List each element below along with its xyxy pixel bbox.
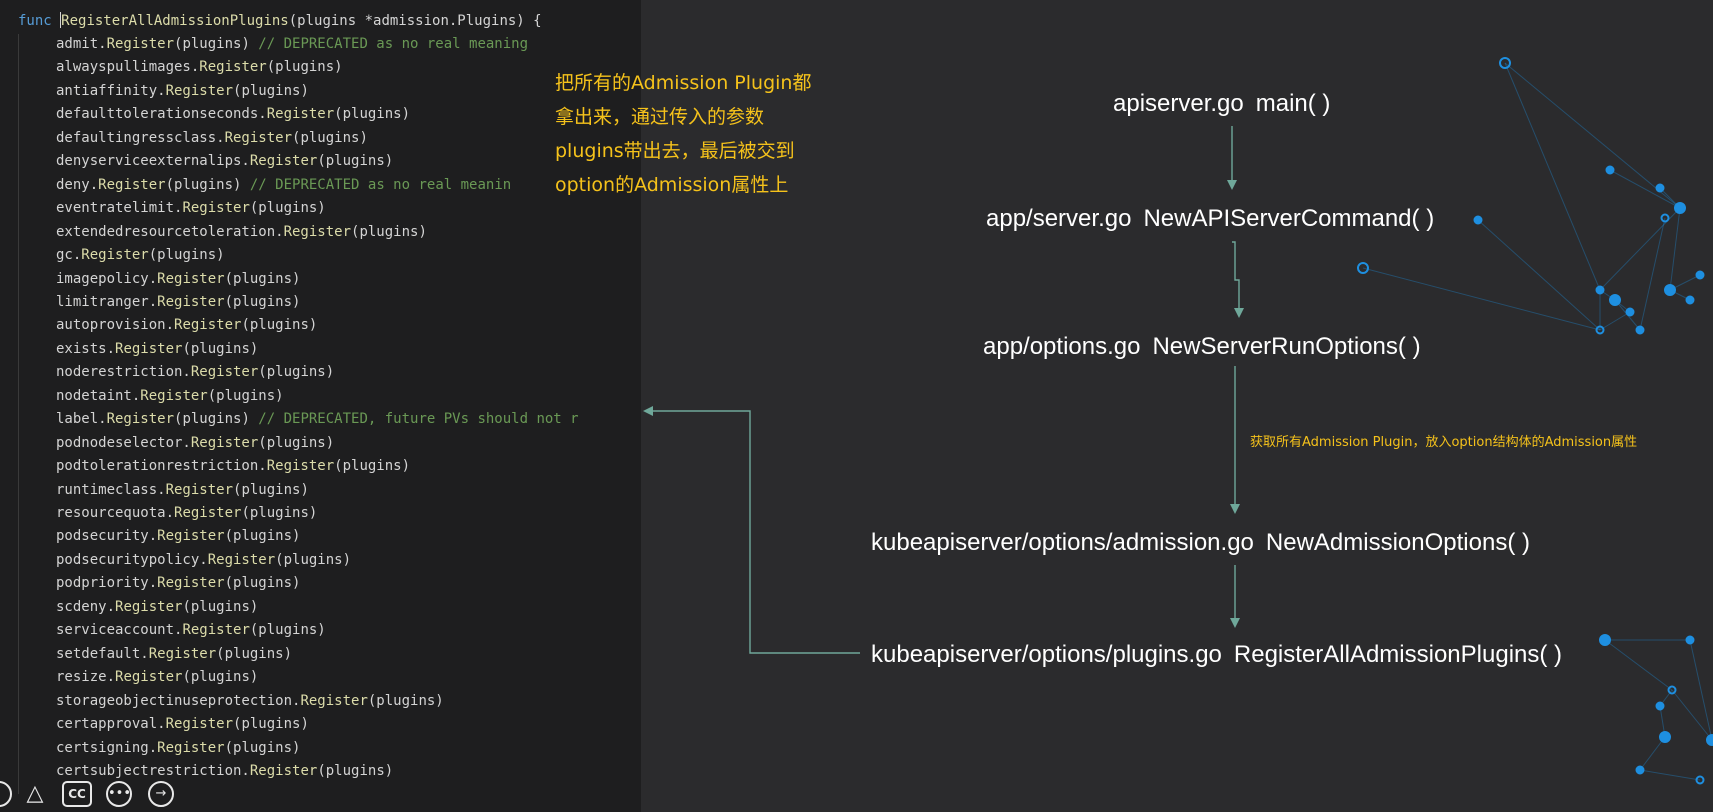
flow-node-options: app/options.go NewServerRunOptions( ): [983, 333, 1421, 360]
more-options-button[interactable]: •••: [106, 781, 132, 807]
cc-button[interactable]: CC: [62, 781, 92, 807]
rewind-button[interactable]: [0, 781, 12, 807]
video-player-controls: △ CC ••• →: [0, 778, 200, 812]
step-note: 获取所有Admission Plugin，放入option结构体的Admissi…: [1250, 435, 1638, 450]
flow-node-apiserver: apiserver.go main( ): [1113, 90, 1331, 117]
flow-node-server: app/server.go NewAPIServerCommand( ): [986, 205, 1435, 232]
flow-arrows: [643, 126, 1244, 654]
flow-node-plugins: kubeapiserver/options/plugins.go Register…: [871, 641, 1563, 668]
volume-icon[interactable]: △: [22, 781, 48, 807]
arrow-2: [1232, 241, 1244, 318]
next-button[interactable]: →: [148, 781, 174, 807]
arrow-back: [643, 406, 860, 654]
flow-node-admission: kubeapiserver/options/admission.go NewAdm…: [871, 529, 1530, 556]
